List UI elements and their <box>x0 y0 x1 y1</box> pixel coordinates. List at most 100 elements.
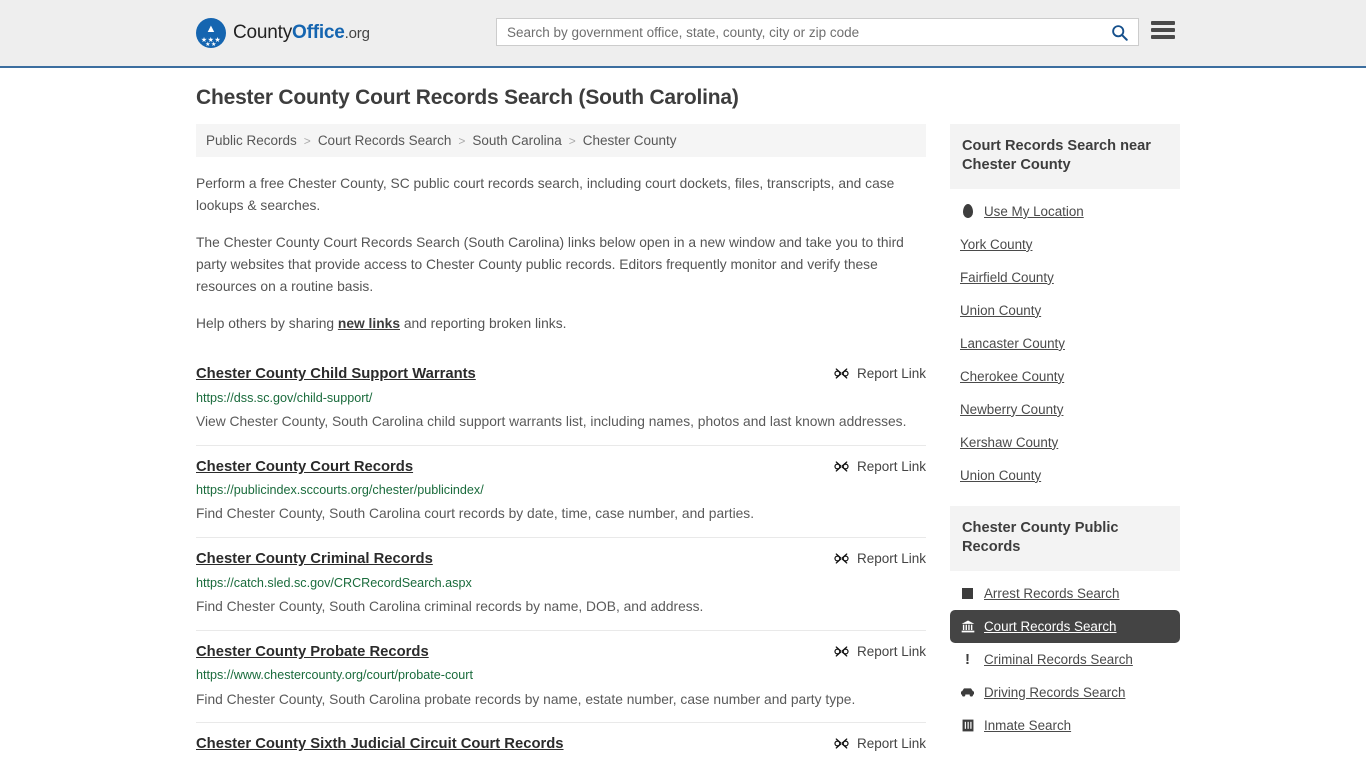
breadcrumb: Public Records > Court Records Search > … <box>196 124 926 157</box>
sidebar-item-label: Arrest Records Search <box>984 586 1119 601</box>
nearby-county-lancaster[interactable]: Lancaster County <box>950 327 1180 360</box>
exclamation-icon: ! <box>960 652 975 667</box>
public-records-title: Chester County Public Records <box>950 506 1180 571</box>
sidebar: Court Records Search near Chester County… <box>950 124 1180 765</box>
report-link-label: Report Link <box>857 459 926 474</box>
result-url: https://www.chestercounty.org/court/prob… <box>196 667 926 683</box>
intro-paragraph-3: Help others by sharing new links and rep… <box>196 313 926 335</box>
site-logo[interactable]: ▲ ★★★ ★★ CountyOffice.org <box>196 18 370 48</box>
result-item: Chester County Child Support Warrants Re… <box>196 351 926 445</box>
nearby-county-label: Lancaster County <box>960 336 1065 351</box>
result-url: https://dss.sc.gov/child-support/ <box>196 390 926 406</box>
map-pin-icon <box>960 204 975 218</box>
broken-link-icon <box>834 459 849 474</box>
result-title-link[interactable]: Chester County Child Support Warrants <box>196 365 476 383</box>
results-list: Chester County Child Support Warrants Re… <box>196 351 926 765</box>
search-bar <box>496 18 1139 46</box>
result-item: Chester County Sixth Judicial Circuit Co… <box>196 722 926 764</box>
main-content: Public Records > Court Records Search > … <box>196 124 926 765</box>
square-icon <box>960 588 975 599</box>
breadcrumb-separator: > <box>569 134 576 148</box>
result-url: https://catch.sled.sc.gov/CRCRecordSearc… <box>196 575 926 591</box>
nearby-county-union[interactable]: Union County <box>950 294 1180 327</box>
sidebar-item-inmate-search[interactable]: Inmate Search <box>950 709 1180 742</box>
site-header: ▲ ★★★ ★★ CountyOffice.org <box>0 0 1366 68</box>
result-item: Chester County Criminal Records Report L… <box>196 537 926 630</box>
nearby-county-label: Cherokee County <box>960 369 1064 384</box>
intro-paragraph-1: Perform a free Chester County, SC public… <box>196 173 926 218</box>
sidebar-item-driving-records-search[interactable]: Driving Records Search <box>950 676 1180 709</box>
brand-tld: .org <box>345 25 370 42</box>
search-icon <box>1111 24 1128 41</box>
breadcrumb-item-public-records[interactable]: Public Records <box>206 133 297 148</box>
intro-p3-before: Help others by sharing <box>196 316 338 331</box>
nearby-county-york[interactable]: York County <box>950 228 1180 261</box>
nearby-county-cherokee[interactable]: Cherokee County <box>950 360 1180 393</box>
brand-part2: Office <box>292 22 345 43</box>
nearby-county-newberry[interactable]: Newberry County <box>950 393 1180 426</box>
nearby-county-fairfield[interactable]: Fairfield County <box>950 261 1180 294</box>
intro-paragraph-2: The Chester County Court Records Search … <box>196 232 926 299</box>
report-link-button[interactable]: Report Link <box>834 550 926 566</box>
broken-link-icon <box>834 736 849 751</box>
use-my-location-link[interactable]: Use My Location <box>950 195 1180 228</box>
nearby-county-union-2[interactable]: Union County <box>950 459 1180 492</box>
breadcrumb-item-south-carolina[interactable]: South Carolina <box>472 133 561 148</box>
result-description: Find Chester County, South Carolina prob… <box>196 688 926 712</box>
hamburger-menu-icon[interactable] <box>1151 19 1175 41</box>
nearby-courts-panel: Court Records Search near Chester County… <box>950 124 1180 492</box>
new-links-link[interactable]: new links <box>338 316 400 331</box>
breadcrumb-separator: > <box>304 134 311 148</box>
sidebar-item-label: Court Records Search <box>984 619 1116 634</box>
car-icon <box>960 687 975 698</box>
broken-link-icon <box>834 644 849 659</box>
report-link-button[interactable]: Report Link <box>834 643 926 659</box>
sidebar-item-label: Inmate Search <box>984 718 1071 733</box>
nearby-county-label: Kershaw County <box>960 435 1058 450</box>
result-item: Chester County Probate Records Report Li… <box>196 630 926 723</box>
report-link-button[interactable]: Report Link <box>834 458 926 474</box>
sidebar-item-label: Driving Records Search <box>984 685 1125 700</box>
search-input[interactable] <box>497 19 1107 45</box>
nearby-county-label: Newberry County <box>960 402 1063 417</box>
report-link-button[interactable]: Report Link <box>834 365 926 381</box>
breadcrumb-item-chester-county[interactable]: Chester County <box>583 133 677 148</box>
nearby-county-label: Fairfield County <box>960 270 1054 285</box>
result-description: View Chester County, South Carolina chil… <box>196 410 926 434</box>
intro-text: Perform a free Chester County, SC public… <box>196 173 926 335</box>
result-title-link[interactable]: Chester County Court Records <box>196 458 413 476</box>
jail-building-icon <box>960 719 975 732</box>
brand-text: CountyOffice.org <box>233 22 370 44</box>
intro-p3-after: and reporting broken links. <box>400 316 566 331</box>
broken-link-icon <box>834 551 849 566</box>
broken-link-icon <box>834 366 849 381</box>
result-description: Find Chester County, South Carolina crim… <box>196 595 926 619</box>
report-link-button[interactable]: Report Link <box>834 735 926 751</box>
result-description: Find Chester County, South Carolina cour… <box>196 502 926 526</box>
report-link-label: Report Link <box>857 644 926 659</box>
courthouse-icon <box>960 620 975 633</box>
nearby-county-kershaw[interactable]: Kershaw County <box>950 426 1180 459</box>
nearby-county-label: Union County <box>960 303 1041 318</box>
search-button[interactable] <box>1107 24 1138 41</box>
public-records-panel: Chester County Public Records Arrest Rec… <box>950 506 1180 742</box>
result-title-link[interactable]: Chester County Sixth Judicial Circuit Co… <box>196 735 564 753</box>
page-container: Chester County Court Records Search (Sou… <box>0 68 1366 765</box>
countyoffice-logo-icon: ▲ ★★★ ★★ <box>196 18 226 48</box>
sidebar-item-label: Criminal Records Search <box>984 652 1133 667</box>
sidebar-item-court-records-search[interactable]: Court Records Search <box>950 610 1180 643</box>
use-my-location-label: Use My Location <box>984 204 1084 219</box>
report-link-label: Report Link <box>857 736 926 751</box>
result-url: https://publicindex.sccourts.org/chester… <box>196 482 926 498</box>
breadcrumb-item-court-records-search[interactable]: Court Records Search <box>318 133 452 148</box>
breadcrumb-separator: > <box>458 134 465 148</box>
nearby-county-label: Union County <box>960 468 1041 483</box>
nearby-courts-title: Court Records Search near Chester County <box>950 124 1180 189</box>
brand-part1: County <box>233 22 292 43</box>
sidebar-item-criminal-records-search[interactable]: ! Criminal Records Search <box>950 643 1180 676</box>
result-title-link[interactable]: Chester County Probate Records <box>196 643 429 661</box>
report-link-label: Report Link <box>857 551 926 566</box>
result-title-link[interactable]: Chester County Criminal Records <box>196 550 433 568</box>
page-title: Chester County Court Records Search (Sou… <box>196 86 1170 110</box>
sidebar-item-arrest-records-search[interactable]: Arrest Records Search <box>950 577 1180 610</box>
